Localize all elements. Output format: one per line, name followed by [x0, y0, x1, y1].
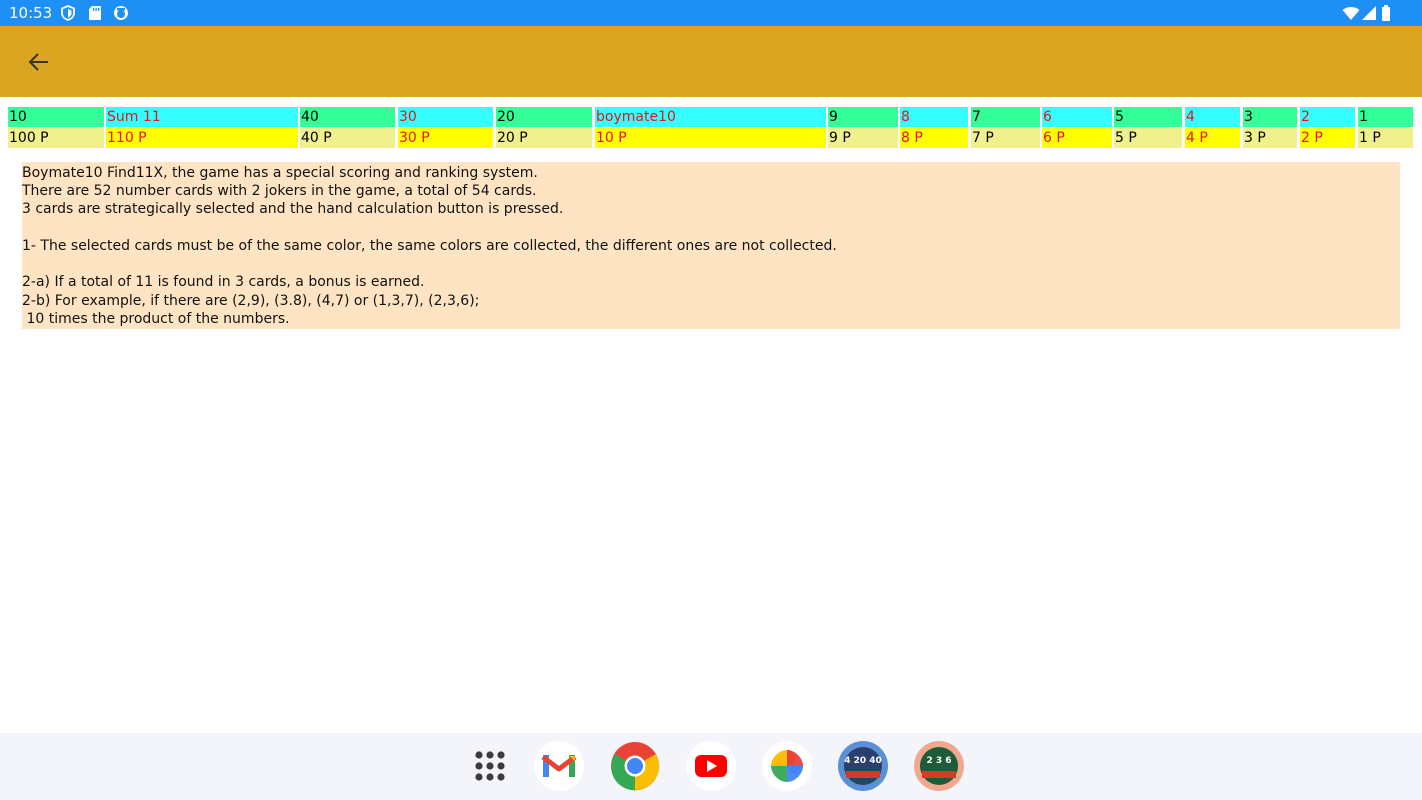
points-cell: 30 P: [398, 128, 493, 148]
rule-line: There are 52 number cards with 2 jokers …: [22, 183, 537, 199]
rule-line: Boymate10 Find11X, the game has a specia…: [22, 165, 538, 181]
status-time: 10:53: [9, 4, 53, 22]
header-cell: 3: [1243, 107, 1297, 127]
header-cell: boymate10: [595, 107, 826, 127]
app-drawer-icon[interactable]: [465, 741, 515, 791]
points-cell: 100 P: [8, 128, 104, 148]
app-notification-icon: [114, 6, 128, 20]
rule-line: 2-a) If a total of 11 is found in 3 card…: [22, 274, 425, 290]
find8x-app-label: 4 20 40: [844, 756, 882, 766]
battery-icon: [1382, 5, 1390, 21]
find11x-app-icon[interactable]: 2 3 6: [914, 741, 964, 791]
rule-line: 2-b) For example, if there are (2,9), (3…: [22, 293, 480, 309]
header-cell: 2: [1300, 107, 1355, 127]
rule-line: 1- The selected cards must be of the sam…: [22, 238, 837, 254]
shield-icon: [61, 5, 75, 21]
points-cell: 6 P: [1042, 128, 1112, 148]
header-cell: Sum 11: [106, 107, 298, 127]
signal-icon: [1362, 6, 1376, 20]
rules-text-box: Boymate10 Find11X, the game has a specia…: [22, 162, 1400, 329]
points-cell: 10 P: [595, 128, 826, 148]
chrome-icon[interactable]: [610, 741, 660, 791]
header-cell: 5: [1114, 107, 1182, 127]
points-cell: 20 P: [496, 128, 592, 148]
photos-icon[interactable]: [762, 741, 812, 791]
header-cell: 8: [900, 107, 968, 127]
header-cell: 1: [1358, 107, 1413, 127]
header-cell: 4: [1185, 107, 1240, 127]
gmail-icon[interactable]: [534, 741, 584, 791]
find11x-app-label: 2 3 6: [926, 756, 952, 766]
points-cell: 5 P: [1114, 128, 1182, 148]
rule-line: 3 cards are strategically selected and t…: [22, 201, 564, 217]
points-cell: 8 P: [900, 128, 968, 148]
points-cell: 2 P: [1300, 128, 1355, 148]
points-cell: 1 P: [1358, 128, 1413, 148]
points-cell: 9 P: [828, 128, 898, 148]
app-bar: [0, 26, 1422, 97]
points-cell: 110 P: [106, 128, 298, 148]
sd-card-icon: [89, 6, 101, 20]
header-cell: 7: [971, 107, 1040, 127]
points-cell: 4 P: [1185, 128, 1240, 148]
arrow-left-icon[interactable]: [22, 49, 56, 75]
points-cell: 7 P: [971, 128, 1040, 148]
header-cell: 20: [496, 107, 592, 127]
header-cell: 40: [300, 107, 395, 127]
header-cell: 9: [828, 107, 898, 127]
find8x-app-icon[interactable]: 4 20 40: [838, 741, 888, 791]
points-cell: 40 P: [300, 128, 395, 148]
youtube-icon[interactable]: [686, 741, 736, 791]
header-cell: 30: [398, 107, 493, 127]
points-cell: 3 P: [1243, 128, 1297, 148]
header-cell: 6: [1042, 107, 1112, 127]
status-bar: 10:53: [0, 0, 1422, 26]
score-table: 10 Sum 11 40 30 20 boymate10 9 8 7 6 5 4…: [8, 107, 1414, 149]
rule-line: 10 times the product of the numbers.: [22, 311, 290, 327]
header-cell: 10: [8, 107, 104, 127]
dock: 4 20 40 2 3 6: [0, 733, 1422, 800]
wifi-icon: [1342, 7, 1360, 20]
